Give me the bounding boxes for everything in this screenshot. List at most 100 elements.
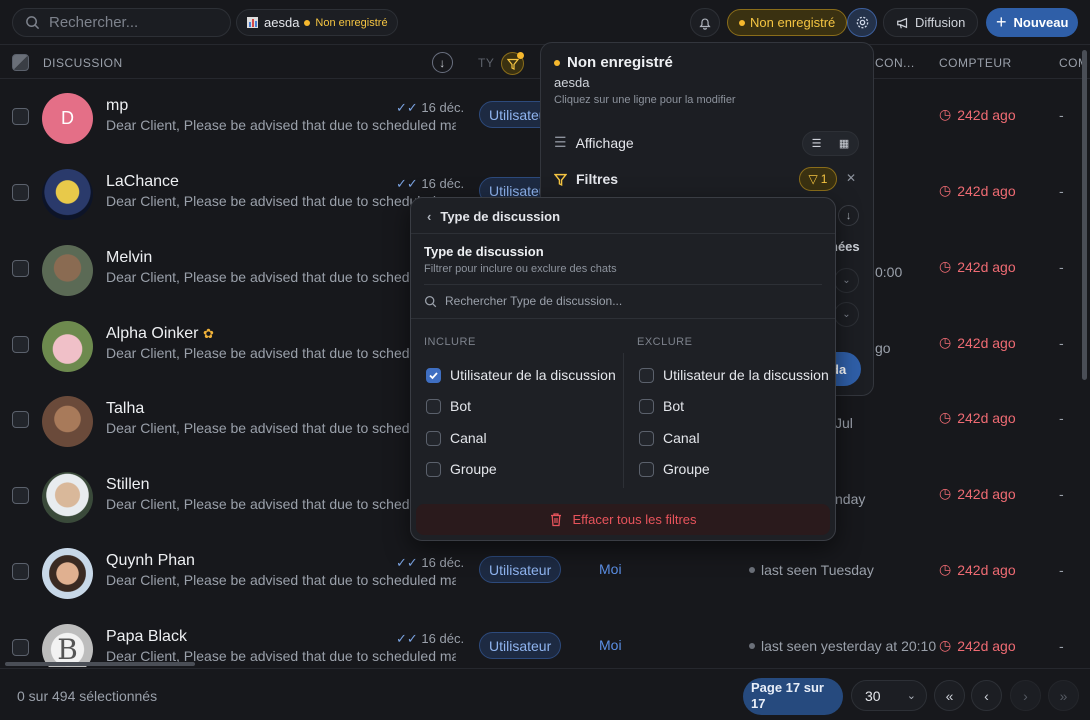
type-badge[interactable]: Utilisateur [479, 556, 562, 583]
option-label: Canal [663, 430, 700, 446]
per-page-select[interactable]: 30 ⌄ [851, 680, 927, 711]
double-chevron-left-icon: « [945, 687, 954, 704]
filter-search-input[interactable]: Rechercher Type de discussion... [424, 294, 622, 308]
row-checkbox[interactable] [12, 184, 29, 201]
display-row[interactable]: ☰ Affichage [554, 134, 634, 151]
grid-view-icon[interactable]: ▦ [839, 137, 849, 150]
checkbox[interactable] [639, 398, 654, 414]
filter-count-badge[interactable]: ▽ 1 [799, 167, 837, 191]
chevron-left-icon: ‹ [984, 687, 989, 704]
exclude-option-group[interactable]: Groupe [639, 461, 710, 477]
column-type[interactable]: TY [478, 56, 494, 70]
status-pill[interactable]: Non enregistré [727, 9, 848, 36]
column-counter[interactable]: COMPTEUR [939, 56, 1012, 70]
table-row[interactable]: B Papa Black ✓✓ 16 déc. Dear Client, Ple… [0, 611, 1090, 667]
filter-search-placeholder: Rechercher Type de discussion... [445, 294, 623, 308]
horizontal-scrollbar[interactable] [5, 662, 195, 666]
offline-dot [749, 567, 755, 573]
next-page-button[interactable]: › [1010, 680, 1041, 711]
contact-name: Talha [106, 400, 145, 417]
sort-down-icon[interactable]: ↓ [432, 52, 453, 73]
search-placeholder: Rechercher... [49, 14, 139, 31]
row-checkbox[interactable] [12, 108, 29, 125]
row-checkbox[interactable] [12, 563, 29, 580]
contact-name: mp [106, 97, 129, 114]
row-checkbox[interactable] [12, 336, 29, 353]
select-all-checkbox[interactable] [12, 54, 29, 71]
extra-value: - [1059, 638, 1064, 654]
counter-value: ◷ 242d ago [939, 182, 1016, 199]
row-checkbox[interactable] [12, 260, 29, 277]
checkbox[interactable] [639, 430, 654, 446]
chevron-down-icon[interactable]: ⌄ [834, 302, 859, 327]
list-view-icon[interactable]: ☰ [812, 137, 822, 150]
notifications-button[interactable] [690, 8, 720, 37]
clock-icon: ◷ [939, 334, 952, 350]
table-row[interactable]: Quynh Phan ✓✓ 16 déc. Dear Client, Pleas… [0, 535, 1090, 610]
pagination-footer: 0 sur 494 sélectionnés Page 17 sur 17 30… [0, 668, 1090, 720]
counter-value: ◷ 242d ago [939, 637, 1016, 654]
message-preview: Dear Client, Please be advised that due … [106, 269, 456, 285]
checkbox-checked[interactable] [426, 367, 441, 383]
include-option-bot[interactable]: Bot [426, 398, 471, 414]
avatar [42, 472, 93, 523]
chevron-left-icon: ‹ [427, 209, 432, 224]
message-date: ✓✓ 16 déc. [396, 176, 465, 191]
diffusion-button[interactable]: Diffusion [883, 8, 979, 37]
option-label: Bot [663, 398, 685, 414]
new-button[interactable]: + Nouveau [986, 8, 1079, 37]
message-date: ✓✓ 16 déc. [396, 100, 465, 115]
include-option-group[interactable]: Groupe [426, 461, 497, 477]
double-check-icon: ✓✓ [396, 631, 418, 646]
bell-icon [699, 18, 711, 30]
checkbox[interactable] [426, 461, 441, 477]
checkbox[interactable] [426, 398, 441, 414]
diffusion-label: Diffusion [915, 15, 966, 30]
checkbox[interactable] [426, 430, 441, 446]
filter-icon: ▽ [808, 172, 818, 186]
filters-row[interactable]: Filtres [554, 171, 618, 187]
workspace-selector[interactable]: aesda Non enregistré [236, 9, 398, 36]
search-input[interactable]: Rechercher... [12, 8, 231, 37]
checkbox[interactable] [639, 461, 654, 477]
view-toggle[interactable]: ☰ ▦ [802, 131, 859, 156]
option-label: Utilisateur de la discussion [663, 367, 829, 383]
back-button[interactable]: ‹ Type de discussion [427, 209, 560, 224]
double-chevron-right-icon: » [1059, 687, 1068, 704]
owner-value[interactable]: Moi [599, 561, 622, 577]
vertical-scrollbar[interactable] [1082, 50, 1087, 380]
row-checkbox[interactable] [12, 639, 29, 656]
contact-name: LaChance [106, 173, 179, 190]
row-checkbox[interactable] [12, 411, 29, 428]
first-page-button[interactable]: « [934, 680, 965, 711]
message-preview: Dear Client, Please be advised that due … [106, 420, 456, 436]
previous-page-button[interactable]: ‹ [971, 680, 1002, 711]
clear-filters-button[interactable]: Effacer tous les filtres [416, 504, 830, 535]
column-discussion[interactable]: DISCUSSION [43, 56, 123, 70]
exclude-option-bot[interactable]: Bot [639, 398, 684, 414]
message-preview: Dear Client, Please be advised that due … [106, 193, 456, 209]
exclude-option-channel[interactable]: Canal [639, 430, 700, 446]
counter-value: ◷ 242d ago [939, 334, 1016, 351]
checkbox[interactable] [639, 367, 654, 383]
extra-value: - [1059, 335, 1064, 351]
type-badge[interactable]: Utilisateur [479, 632, 562, 659]
include-option-user[interactable]: Utilisateur de la discussion [426, 367, 616, 383]
arrow-down-icon[interactable]: ↓ [838, 205, 859, 226]
chevron-right-icon: › [1023, 687, 1028, 704]
filter-active-icon[interactable] [501, 52, 524, 75]
last-page-button[interactable]: » [1048, 680, 1079, 711]
message-date: ✓✓ 16 déc. [396, 631, 465, 646]
trash-icon [551, 513, 562, 527]
row-checkbox[interactable] [12, 487, 29, 504]
owner-value[interactable]: Moi [599, 637, 622, 653]
filters-label: Filtres [576, 171, 619, 187]
include-option-channel[interactable]: Canal [426, 430, 487, 446]
column-contact[interactable]: CON... [875, 56, 915, 70]
filter-icon [554, 173, 567, 186]
chevron-down-icon[interactable]: ⌄ [834, 268, 859, 293]
exclude-option-user[interactable]: Utilisateur de la discussion [639, 367, 829, 383]
clock-icon: ◷ [939, 561, 952, 577]
clear-filters-icon[interactable]: ✕ [846, 171, 856, 185]
settings-button[interactable] [847, 8, 877, 37]
